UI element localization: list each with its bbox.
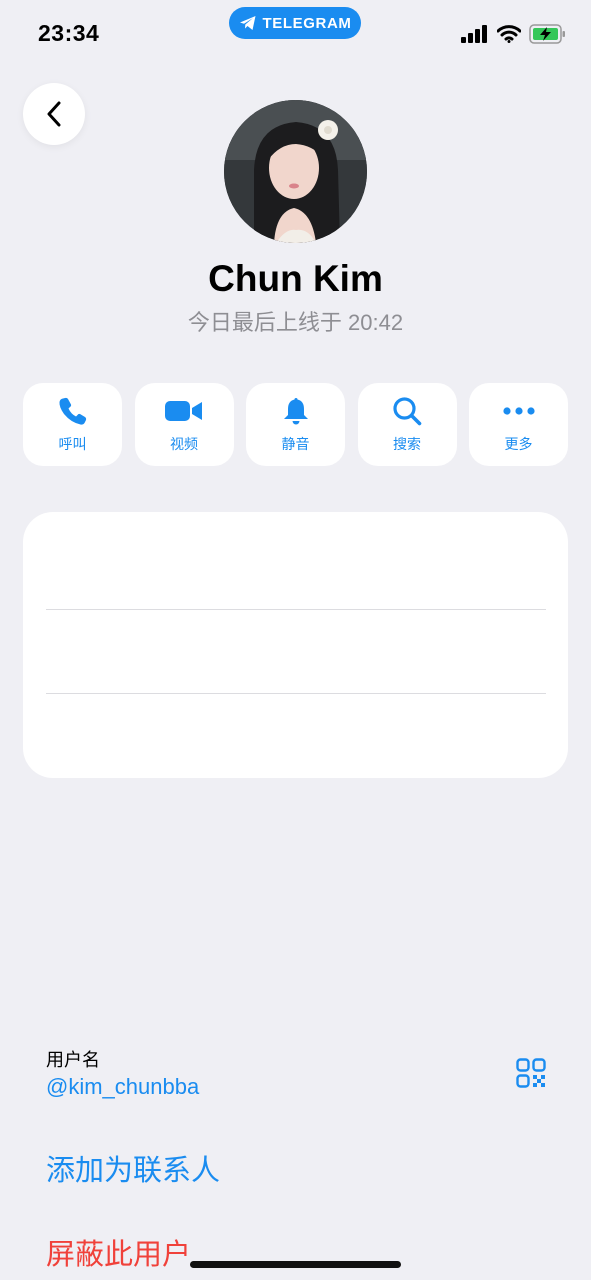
action-buttons-row: 呼叫 视频 静音 搜索 更多 bbox=[23, 383, 568, 466]
cellular-signal-icon bbox=[461, 25, 487, 43]
home-indicator[interactable] bbox=[190, 1261, 401, 1268]
more-label: 更多 bbox=[504, 435, 533, 452]
info-divider bbox=[46, 609, 546, 610]
more-dots-icon bbox=[502, 406, 535, 415]
more-button[interactable]: 更多 bbox=[469, 383, 568, 466]
call-label: 呼叫 bbox=[58, 435, 87, 452]
call-button[interactable]: 呼叫 bbox=[23, 383, 122, 466]
phone-icon bbox=[58, 397, 86, 425]
qr-code-icon bbox=[516, 1058, 546, 1088]
chevron-left-icon bbox=[47, 101, 61, 127]
status-bar: 23:34 TELEGRAM bbox=[0, 0, 591, 70]
username-value[interactable]: @kim_chunbba bbox=[46, 1074, 199, 1100]
video-camera-icon bbox=[165, 400, 202, 421]
username-caption: 用户名 bbox=[46, 1050, 100, 1070]
qr-code-button[interactable] bbox=[516, 1058, 546, 1093]
bell-icon bbox=[283, 397, 308, 424]
app-pill-label: TELEGRAM bbox=[262, 14, 352, 32]
status-icons bbox=[461, 24, 567, 44]
battery-charging-icon bbox=[529, 24, 565, 44]
status-time: 23:34 bbox=[38, 20, 100, 46]
search-icon bbox=[393, 396, 422, 425]
avatar-photo bbox=[224, 100, 367, 243]
last-seen-status: 今日最后上线于 20:42 bbox=[187, 310, 404, 335]
block-user-button[interactable]: 屏蔽此用户 bbox=[46, 1231, 191, 1273]
wifi-icon bbox=[497, 25, 521, 43]
return-to-telegram-pill[interactable]: TELEGRAM bbox=[229, 7, 361, 39]
add-contact-button[interactable]: 添加为联系人 bbox=[46, 1147, 220, 1189]
search-label: 搜索 bbox=[393, 435, 421, 452]
info-divider bbox=[46, 693, 546, 694]
telegram-profile-screen: 23:34 TELEGRAM Chun Kim 今日最后上线于 20:42 呼叫… bbox=[0, 0, 591, 1280]
profile-name: Chun Kim bbox=[208, 258, 383, 299]
profile-avatar[interactable] bbox=[224, 100, 367, 243]
back-button[interactable] bbox=[23, 83, 85, 145]
search-button[interactable]: 搜索 bbox=[357, 383, 457, 466]
mute-button[interactable]: 静音 bbox=[246, 383, 345, 466]
info-card: 用户名 @kim_chunbba 添加为联系人 屏蔽此用户 bbox=[23, 512, 568, 1271]
video-call-button[interactable]: 视频 bbox=[134, 383, 234, 466]
mute-label: 静音 bbox=[281, 435, 310, 452]
video-label: 视频 bbox=[170, 435, 198, 452]
telegram-plane-icon bbox=[239, 16, 256, 30]
